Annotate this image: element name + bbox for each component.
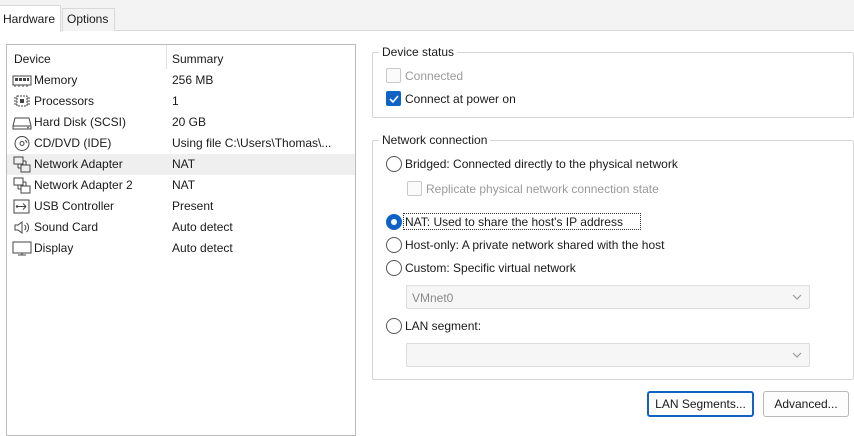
device-row-usb-controller[interactable]: USB Controller Present [7,196,355,217]
column-header-summary[interactable]: Summary [172,52,223,66]
device-name: USB Controller [34,199,115,213]
device-name: Network Adapter 2 [34,178,133,192]
lan-segment-label: LAN segment: [405,319,482,333]
tab-options-label: Options [67,12,109,26]
device-summary: Using file C:\Users\Thomas\... [172,136,332,150]
custom-network-select[interactable]: VMnet0 [406,285,810,309]
connect-at-power-on-checkbox[interactable] [386,91,401,106]
advanced-button[interactable]: Advanced... [763,391,849,417]
device-row-hard-disk[interactable]: Hard Disk (SCSI) 20 GB [7,112,355,133]
device-row-memory[interactable]: Memory 256 MB [7,70,355,91]
checkmark-icon [389,95,399,104]
nat-radio[interactable] [386,214,402,230]
nat-label: NAT: Used to share the host's IP address [405,215,623,229]
device-summary: 20 GB [172,115,207,129]
device-name: Display [34,241,74,255]
replicate-state-checkbox[interactable] [407,181,422,196]
device-name: CD/DVD (IDE) [34,136,112,150]
custom-network-value: VMnet0 [412,291,454,305]
tab-hardware-label: Hardware [3,12,56,26]
device-row-network-adapter-2[interactable]: Network Adapter 2 NAT [7,175,355,196]
tab-options[interactable]: Options [62,8,115,31]
host-only-label: Host-only: A private network shared with… [405,238,665,252]
device-name: Sound Card [34,220,99,234]
device-name: Hard Disk (SCSI) [34,115,127,129]
device-name: Network Adapter [34,157,123,171]
bridged-label: Bridged: Connected directly to the physi… [405,157,678,171]
custom-radio[interactable] [386,260,402,276]
device-summary: Auto detect [172,220,233,234]
bridged-radio[interactable] [386,156,402,172]
device-summary: 256 MB [172,73,214,87]
network-connection-title: Network connection [379,133,491,147]
device-summary: Auto detect [172,241,233,255]
device-row-cd-dvd[interactable]: CD/DVD (IDE) Using file C:\Users\Thomas\… [7,133,355,154]
device-row-display[interactable]: Display Auto detect [7,238,355,259]
host-only-radio[interactable] [386,237,402,253]
network-adapter-icon [12,177,32,194]
device-name: Memory [34,73,78,87]
custom-label: Custom: Specific virtual network [405,261,576,275]
device-summary: 1 [172,94,179,108]
lan-segment-radio[interactable] [386,318,402,334]
connected-checkbox[interactable] [386,68,401,83]
column-separator[interactable] [166,45,167,69]
device-summary: NAT [172,178,196,192]
memory-icon [12,72,32,89]
tab-strip: Options Hardware [0,0,854,32]
replicate-state-label: Replicate physical network connection st… [426,182,659,196]
device-summary: Present [172,199,214,213]
device-row-processors[interactable]: Processors 1 [7,91,355,112]
chevron-down-icon [791,349,803,361]
hardware-tab-panel: Device Summary Memory 256 MB Processors … [0,31,854,436]
device-list-header: Device Summary [7,45,355,71]
cd-dvd-icon [12,135,32,152]
processor-icon [12,93,32,110]
device-row-sound-card[interactable]: Sound Card Auto detect [7,217,355,238]
device-status-group: Device status [372,45,854,118]
chevron-down-icon [791,291,803,303]
lan-segment-select[interactable] [406,343,810,367]
connect-at-power-on-label: Connect at power on [405,92,516,106]
device-list[interactable]: Device Summary Memory 256 MB Processors … [6,44,356,436]
column-header-device[interactable]: Device [14,52,51,66]
hard-disk-icon [12,114,32,131]
tab-hardware[interactable]: Hardware [0,5,61,32]
usb-icon [12,198,32,215]
speaker-icon [12,219,32,236]
display-icon [12,240,32,257]
device-status-title: Device status [379,45,458,59]
connected-label: Connected [405,69,464,83]
device-summary: NAT [172,157,196,171]
lan-segments-button[interactable]: LAN Segments... [647,391,754,417]
device-name: Processors [34,94,95,108]
network-adapter-icon [12,156,32,173]
device-row-network-adapter[interactable]: Network Adapter NAT [7,154,355,175]
